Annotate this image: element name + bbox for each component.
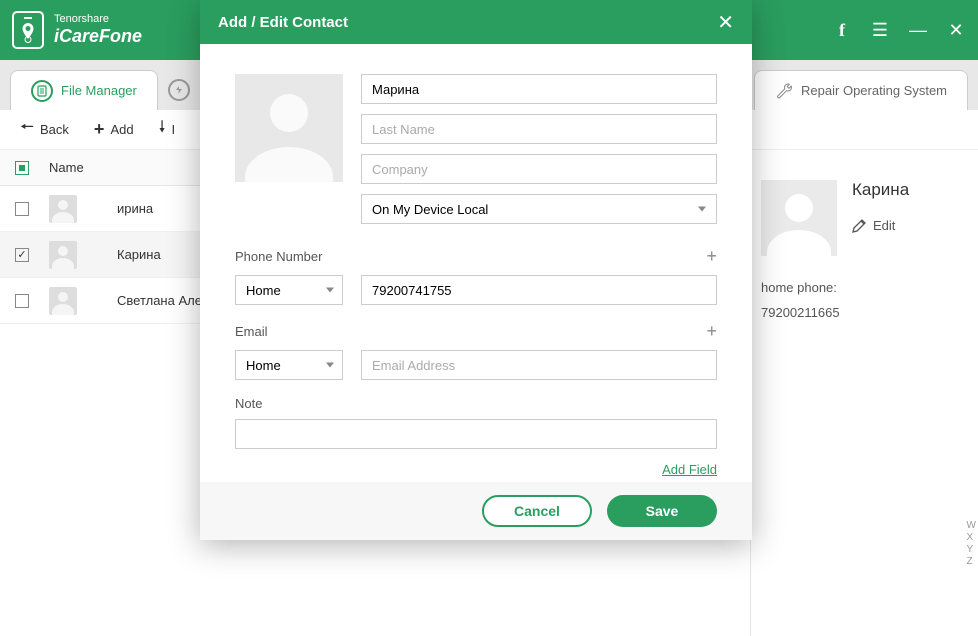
alpha-letter[interactable]: X — [967, 532, 976, 543]
edit-label: Edit — [873, 218, 895, 233]
wrench-icon — [775, 82, 793, 100]
phone-number-input[interactable] — [361, 275, 717, 305]
company-input[interactable] — [361, 154, 717, 184]
tab-label: Repair Operating System — [801, 83, 947, 98]
add-button[interactable]: + Add — [94, 119, 134, 140]
modal-footer: Cancel Save — [200, 482, 752, 540]
modal-header: Add / Edit Contact ✕ — [200, 0, 752, 44]
modal-title: Add / Edit Contact — [218, 14, 348, 31]
facebook-icon[interactable]: f — [832, 20, 852, 41]
tab-repair-os[interactable]: Repair Operating System — [754, 70, 968, 110]
note-input[interactable] — [235, 419, 717, 449]
row-checkbox[interactable] — [15, 202, 29, 216]
email-type-value: Home — [246, 358, 281, 373]
column-name: Name — [49, 160, 84, 175]
phone-type-value: Home — [246, 283, 281, 298]
avatar-icon — [49, 195, 77, 223]
location-value: On My Device Local — [372, 202, 488, 217]
note-label: Note — [235, 396, 262, 411]
arrow-down-icon: 🠗 — [159, 116, 166, 143]
back-label: Back — [40, 122, 69, 137]
alpha-letter[interactable]: Y — [967, 544, 976, 555]
add-email-button[interactable]: + — [706, 321, 717, 342]
detail-contact-name: Карина — [852, 180, 909, 200]
avatar-icon — [49, 241, 77, 269]
add-field-link[interactable]: Add Field — [662, 462, 717, 477]
contact-name: ирина — [117, 201, 153, 216]
cancel-button[interactable]: Cancel — [482, 495, 592, 527]
brand-title: iCareFone — [54, 26, 142, 48]
save-button[interactable]: Save — [607, 495, 717, 527]
email-input[interactable] — [361, 350, 717, 380]
alpha-letter[interactable]: Z — [967, 556, 976, 567]
edit-button[interactable]: Edit — [852, 218, 909, 233]
contact-name: Карина — [117, 247, 161, 262]
file-icon — [31, 80, 53, 102]
first-name-input[interactable] — [361, 74, 717, 104]
close-icon[interactable]: ✕ — [717, 10, 734, 35]
minimize-button[interactable]: — — [908, 20, 928, 41]
plus-icon: + — [94, 119, 105, 140]
close-button[interactable]: ✕ — [946, 20, 966, 41]
avatar-icon — [761, 180, 837, 256]
app-logo: Tenorshare iCareFone — [12, 11, 142, 49]
tab-label: File Manager — [61, 83, 137, 98]
tab-file-manager[interactable]: File Manager — [10, 70, 158, 110]
brand-subtitle: Tenorshare — [54, 13, 142, 26]
arrow-left-icon: 🠔 — [20, 116, 34, 143]
detail-panel: Карина Edit home phone: 79200211665 W X … — [750, 150, 978, 636]
avatar-placeholder[interactable] — [235, 74, 343, 182]
add-phone-button[interactable]: + — [706, 246, 717, 267]
add-label: Add — [110, 122, 133, 137]
select-all-checkbox[interactable] — [15, 161, 29, 175]
last-name-input[interactable] — [361, 114, 717, 144]
row-checkbox[interactable] — [15, 294, 29, 308]
phone-section-label: Phone Number — [235, 249, 322, 264]
import-button[interactable]: 🠗 I — [159, 116, 176, 143]
row-checkbox[interactable] — [15, 248, 29, 262]
location-select[interactable]: On My Device Local — [361, 194, 717, 224]
avatar-icon — [49, 287, 77, 315]
email-section-label: Email — [235, 324, 268, 339]
alpha-letter[interactable]: W — [967, 520, 976, 531]
speedup-icon — [168, 79, 190, 101]
edit-contact-modal: Add / Edit Contact ✕ On My Device Local … — [200, 0, 752, 540]
phone-device-icon — [12, 11, 44, 49]
phone-label: home phone: — [761, 276, 968, 301]
alpha-index[interactable]: W X Y Z — [967, 520, 976, 567]
back-button[interactable]: 🠔 Back — [20, 116, 69, 143]
menu-icon[interactable]: ☰ — [870, 20, 890, 41]
phone-type-select[interactable]: Home — [235, 275, 343, 305]
tab-other[interactable] — [158, 70, 200, 110]
phone-value: 79200211665 — [761, 301, 968, 326]
import-label: I — [171, 122, 175, 137]
email-type-select[interactable]: Home — [235, 350, 343, 380]
edit-icon — [852, 218, 867, 233]
